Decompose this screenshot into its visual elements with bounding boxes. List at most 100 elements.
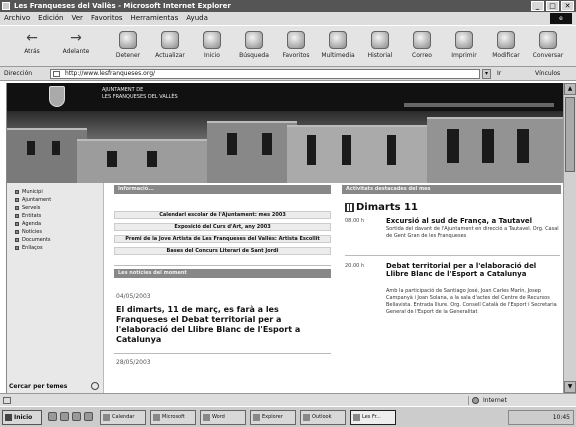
info-link[interactable]: Bases del Concurs Literari de Sant Jordi	[114, 247, 331, 255]
agenda-event-title-link[interactable]: Excursió al sud de França, a Tautavel	[386, 217, 561, 225]
taskbar-button[interactable]: Word	[200, 410, 246, 425]
print-button[interactable]: Imprimir	[446, 29, 482, 65]
nav-item-serveis[interactable]: Serveis	[15, 205, 40, 211]
divider	[345, 255, 560, 256]
menu-favoritos[interactable]: Favoritos	[91, 12, 123, 25]
info-link[interactable]: Exposició del Curs d'Art, any 2003	[114, 223, 331, 231]
refresh-button[interactable]: Actualizar	[152, 29, 188, 65]
page-status-icon	[3, 397, 11, 404]
news-headline-link[interactable]: El dimarts, 11 de març, es farà a les Fr…	[116, 305, 331, 345]
stop-button[interactable]: Detener	[110, 29, 146, 65]
edit-icon	[497, 31, 515, 49]
media-button[interactable]: Multimedia	[320, 29, 356, 65]
stop-icon	[119, 31, 137, 49]
scroll-up-arrow-icon[interactable]: ▲	[564, 83, 576, 95]
window-controls: _ □ ✕	[531, 1, 574, 11]
menu-ver[interactable]: Ver	[72, 12, 83, 25]
nav-item-enllacos[interactable]: Enllaços	[15, 245, 43, 251]
quicklaunch-outlook-icon[interactable]	[72, 412, 81, 421]
nav-bullet-icon	[15, 238, 19, 242]
task-app-icon	[253, 414, 260, 421]
quicklaunch-desktop-icon[interactable]	[60, 412, 69, 421]
agenda-event-title-link[interactable]: Debat territorial per a l'elaboració del…	[386, 262, 561, 278]
page-viewport: AJUNTAMENT DE LES FRANQUESES DEL VALLÈS …	[6, 83, 563, 393]
taskbar-button-active[interactable]: Les Fr...	[350, 410, 396, 425]
scroll-thumb[interactable]	[565, 97, 575, 172]
nav-bullet-icon	[15, 214, 19, 218]
menu-archivo[interactable]: Archivo	[4, 12, 30, 25]
discuss-button[interactable]: Conversar	[530, 29, 566, 65]
media-icon	[329, 31, 347, 49]
task-app-icon	[203, 414, 210, 421]
clock[interactable]: 10:45	[553, 414, 570, 421]
news-date: 04/05/2003	[116, 293, 151, 300]
links-button[interactable]: Vínculos	[535, 70, 560, 77]
windows-logo-icon: e	[550, 13, 572, 24]
windows-flag-icon	[5, 414, 12, 421]
back-button[interactable]: ← Atrás	[14, 29, 50, 65]
vertical-scrollbar[interactable]: ▲ ▼	[563, 83, 576, 393]
start-button[interactable]: Inicio	[2, 410, 42, 425]
forward-button[interactable]: → Adelante	[58, 29, 94, 65]
security-zone: Internet	[468, 396, 576, 405]
divider	[114, 265, 331, 266]
site-name: AJUNTAMENT DE LES FRANQUESES DEL VALLÈS	[102, 87, 178, 101]
menu-herramientas[interactable]: Herramientas	[131, 12, 179, 25]
agenda-time: 20.00 h	[345, 263, 365, 269]
window-title: Les Franqueses del Vallès - Microsoft In…	[14, 2, 231, 10]
nav-item-agenda[interactable]: Agenda	[15, 221, 41, 227]
close-button[interactable]: ✕	[561, 1, 574, 11]
info-link[interactable]: Calendari escolar de l'Ajuntament: mes 2…	[114, 211, 331, 219]
maximize-button[interactable]: □	[546, 1, 559, 11]
taskbar: Inicio Calendar Microsoft Word Explorer …	[0, 406, 576, 427]
taskbar-button[interactable]: Explorer	[250, 410, 296, 425]
taskbar-button[interactable]: Microsoft	[150, 410, 196, 425]
taskbar-button[interactable]: Outlook	[300, 410, 346, 425]
nav-item-municipi[interactable]: Municipi	[15, 189, 43, 195]
scroll-down-arrow-icon[interactable]: ▼	[564, 381, 576, 393]
agenda-time: 08.00 h	[345, 218, 365, 224]
discuss-icon	[539, 31, 557, 49]
address-input[interactable]: http://www.lesfranqueses.org/	[50, 69, 480, 79]
address-url: http://www.lesfranqueses.org/	[65, 70, 156, 77]
coat-of-arms-logo[interactable]	[49, 86, 65, 107]
site-name-line2: LES FRANQUESES DEL VALLÈS	[102, 94, 178, 100]
task-app-icon	[103, 414, 110, 421]
ie-logo-icon	[2, 2, 10, 10]
calendar-icon	[345, 203, 354, 212]
favorites-button[interactable]: Favoritos	[278, 29, 314, 65]
news-date: 28/05/2003	[116, 359, 151, 366]
address-dropdown-button[interactable]: ▾	[482, 69, 491, 79]
topic-search-link[interactable]: Cercar per temes	[9, 383, 67, 390]
topic-search-go-icon[interactable]	[91, 382, 99, 390]
info-link[interactable]: Premi de la Jove Artista de Les Franques…	[114, 235, 331, 243]
search-button[interactable]: Búsqueda	[236, 29, 272, 65]
mail-icon	[413, 31, 431, 49]
mail-button[interactable]: Correo	[404, 29, 440, 65]
quicklaunch-ie-icon[interactable]	[48, 412, 57, 421]
taskbar-button[interactable]: Calendar	[100, 410, 146, 425]
home-button[interactable]: Inicio	[194, 29, 230, 65]
nav-item-entitats[interactable]: Entitats	[15, 213, 41, 219]
menu-edicion[interactable]: Edición	[38, 12, 63, 25]
task-app-icon	[303, 414, 310, 421]
menu-ayuda[interactable]: Ayuda	[186, 12, 208, 25]
task-app-icon	[153, 414, 160, 421]
printer-icon	[455, 31, 473, 49]
system-tray: 10:45	[508, 410, 574, 425]
address-label: Dirección	[4, 70, 33, 77]
agenda-day-heading: Dimarts 11	[345, 202, 418, 213]
history-icon	[371, 31, 389, 49]
history-button[interactable]: Historial	[362, 29, 398, 65]
agenda-event-text: Sortida del davant de l'Ajuntament en di…	[386, 226, 559, 239]
title-bar[interactable]: Les Franqueses del Vallès - Microsoft In…	[0, 0, 576, 12]
go-button[interactable]: Ir	[497, 70, 501, 77]
nav-item-noticies[interactable]: Notícies	[15, 229, 42, 235]
edit-button[interactable]: Modificar	[488, 29, 524, 65]
quicklaunch-media-icon[interactable]	[84, 412, 93, 421]
nav-bullet-icon	[15, 246, 19, 250]
minimize-button[interactable]: _	[531, 1, 544, 11]
nav-bullet-icon	[15, 222, 19, 226]
nav-item-ajuntament[interactable]: Ajuntament	[15, 197, 51, 203]
nav-item-documents[interactable]: Documents	[15, 237, 51, 243]
